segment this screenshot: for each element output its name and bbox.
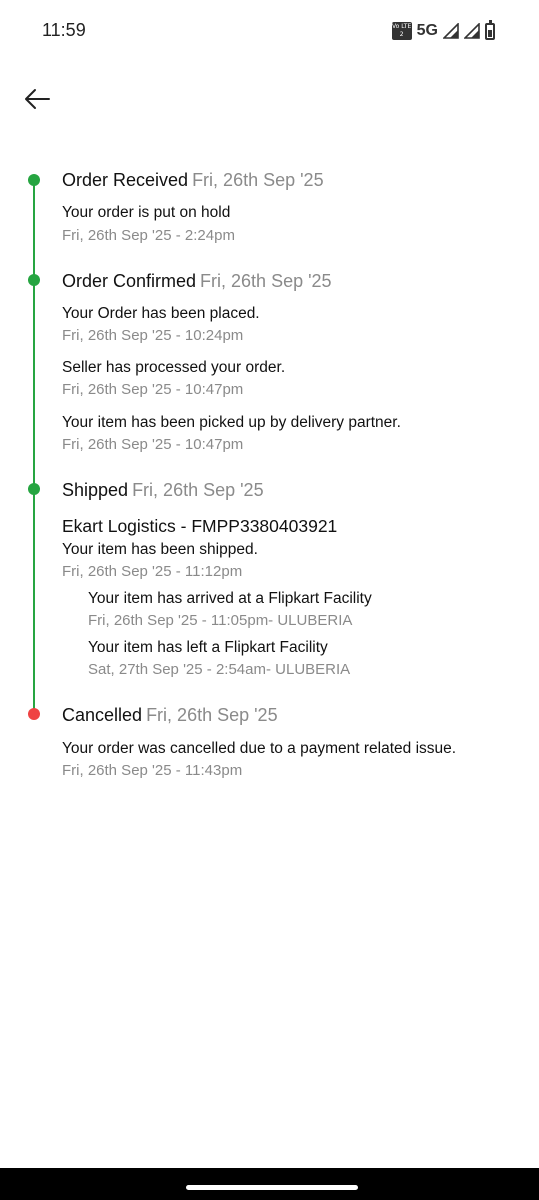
stage-title: Shipped — [62, 480, 129, 500]
stage-title: Order Confirmed — [62, 271, 197, 291]
timeline-line — [33, 180, 35, 714]
stage-date: Fri, 26th Sep '25 — [200, 271, 332, 291]
sub-event-time: Sat, 27th Sep '25 - 2:54am- ULUBERIA — [88, 661, 351, 678]
stage-title: Cancelled — [62, 705, 143, 725]
courier-tracking-id: Ekart Logistics - FMPP3380403921 — [62, 516, 338, 536]
signal-icon-2 — [464, 23, 480, 39]
stage-heading-cancelled: Cancelled Fri, 26th Sep '25 — [62, 705, 278, 726]
status-dot-cancelled — [28, 708, 40, 720]
sub-event-text: Your item has arrived at a Flipkart Faci… — [88, 590, 372, 607]
navigation-bar — [0, 1168, 539, 1200]
stage-title: Order Received — [62, 170, 189, 190]
event-text: Seller has processed your order. — [62, 359, 286, 376]
home-gesture-handle[interactable] — [186, 1185, 358, 1190]
event-time: Fri, 26th Sep '25 - 10:47pm — [62, 381, 244, 398]
stage-heading-confirmed: Order Confirmed Fri, 26th Sep '25 — [62, 271, 332, 292]
status-dot-received — [28, 174, 40, 186]
event-text: Your order was cancelled due to a paymen… — [62, 740, 457, 757]
network-type: 5G — [416, 22, 438, 39]
status-dot-confirmed — [28, 274, 40, 286]
status-dot-shipped — [28, 483, 40, 495]
status-time: 11:59 — [42, 20, 86, 40]
event-time: Fri, 26th Sep '25 - 2:24pm — [62, 227, 235, 244]
event-time: Fri, 26th Sep '25 - 11:12pm — [62, 563, 243, 580]
event-text: Your item has been shipped. — [62, 541, 258, 558]
event-time: Fri, 26th Sep '25 - 10:24pm — [62, 327, 244, 344]
event-text: Your order is put on hold — [62, 204, 231, 221]
signal-icon — [443, 23, 459, 39]
sub-event-time: Fri, 26th Sep '25 - 11:05pm- ULUBERIA — [88, 612, 353, 629]
event-time: Fri, 26th Sep '25 - 10:47pm — [62, 436, 244, 453]
sub-event-text: Your item has left a Flipkart Facility — [88, 639, 328, 656]
battery-icon — [485, 19, 495, 40]
arrow-left-icon — [25, 89, 50, 109]
volte-icon: Vo LTE 2 — [391, 22, 412, 40]
stage-heading-shipped: Shipped Fri, 26th Sep '25 — [62, 480, 264, 501]
event-time: Fri, 26th Sep '25 - 11:43pm — [62, 762, 243, 779]
status-bar: 11:59 Vo LTE 2 5G — [0, 0, 539, 62]
stage-date: Fri, 26th Sep '25 — [132, 480, 264, 500]
stage-date: Fri, 26th Sep '25 — [146, 705, 278, 725]
event-text: Your item has been picked up by delivery… — [62, 414, 401, 431]
stage-date: Fri, 26th Sep '25 — [192, 170, 324, 190]
back-button[interactable] — [18, 82, 56, 116]
status-icons: Vo LTE 2 5G — [391, 19, 495, 41]
stage-heading-received: Order Received Fri, 26th Sep '25 — [62, 170, 324, 191]
event-text: Your Order has been placed. — [62, 305, 260, 322]
